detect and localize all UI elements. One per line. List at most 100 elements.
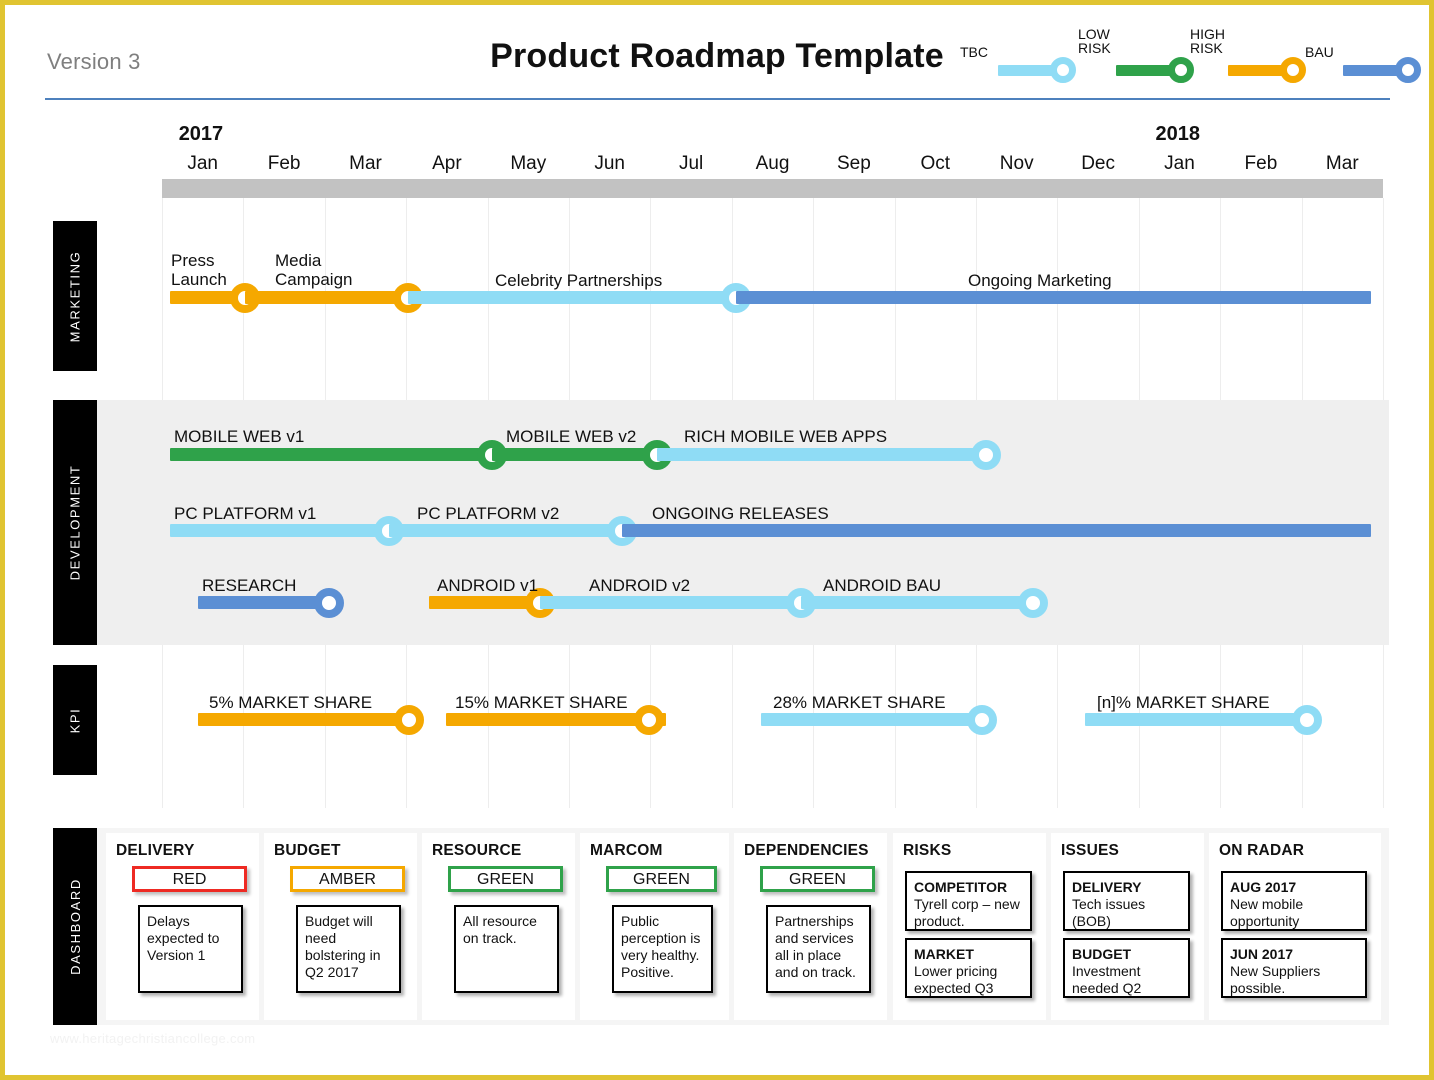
band-label-development: DEVELOPMENT [53, 400, 97, 645]
kpi-segment-label: 15% MARKET SHARE [455, 693, 628, 712]
dashboard-card-issues: ISSUES DELIVERY Tech issues (BOB) BUDGET Inv… [1051, 833, 1204, 1020]
development-milestone-dot[interactable] [971, 440, 1001, 470]
development-segment-label: RICH MOBILE WEB APPS [684, 427, 888, 446]
development-segment-label: PC PLATFORM v1 [174, 504, 317, 523]
legend-dot [1168, 57, 1194, 83]
status-badge[interactable]: GREEN [606, 866, 717, 892]
legend-dot [1050, 57, 1076, 83]
dashboard-card-title: MARCOM [590, 842, 663, 859]
legend-dot [1395, 57, 1421, 83]
kpi-milestone-dot[interactable] [967, 705, 997, 735]
kpi-bar[interactable] [761, 713, 991, 726]
month-label-aug-7: Aug [755, 153, 790, 174]
dashboard-card-note: Budget will need bolstering in Q2 2017 [296, 905, 401, 993]
dashboard-note-item: COMPETITOR Tyrell corp – new product. [905, 871, 1032, 931]
development-segment-label: MOBILE WEB v1 [174, 427, 305, 446]
band-label-text: DASHBOARD [67, 878, 83, 975]
month-label-apr-3: Apr [432, 153, 462, 174]
development-milestone-dot[interactable] [314, 588, 344, 618]
dashboard-note-body: Tech issues (BOB) [1072, 896, 1146, 929]
dashboard-card-resource: RESOURCE GREEN All resource on track. [422, 833, 575, 1020]
dashboard-card-title: RISKS [903, 842, 952, 859]
dashboard-card-note: Delays expected to Version 1 [138, 905, 243, 993]
dashboard-card-note: All resource on track. [454, 905, 559, 993]
kpi-segment-label: 28% MARKET SHARE [773, 693, 946, 712]
development-bar[interactable] [389, 524, 632, 537]
development-segment-label: PC PLATFORM v2 [417, 504, 560, 523]
dashboard-card-title: DEPENDENCIES [744, 842, 869, 859]
dashboard-card-title: ISSUES [1061, 842, 1120, 859]
legend-label: HIGH RISK [1190, 26, 1225, 56]
dashboard-note-heading: AUG 2017 [1230, 879, 1297, 895]
dashboard-note-body: New mobile opportunity [1230, 896, 1304, 929]
month-label-may-4: May [510, 153, 547, 174]
band-label-text: DEVELOPMENT [67, 464, 83, 581]
month-label-feb-13: Feb [1244, 153, 1278, 174]
dashboard-card-dependencies: DEPENDENCIES GREEN Partnerships and servic… [734, 833, 887, 1020]
kpi-bar[interactable] [446, 713, 666, 726]
legend-label: LOW RISK [1078, 26, 1111, 56]
month-label-oct-9: Oct [920, 153, 951, 174]
month-label-feb-1: Feb [267, 153, 301, 174]
dashboard-note-heading: COMPETITOR [914, 879, 1008, 895]
legend-bar [1343, 65, 1403, 76]
legend-label: TBC [960, 44, 988, 60]
status-badge[interactable]: RED [132, 866, 247, 892]
dashboard-card-risks: RISKS COMPETITOR Tyrell corp – new product… [893, 833, 1046, 1020]
dashboard-note-heading: MARKET [914, 946, 974, 962]
kpi-milestone-dot[interactable] [634, 705, 664, 735]
legend-label: BAU [1305, 44, 1334, 60]
band-label-text: KPI [67, 707, 83, 733]
kpi-bar[interactable] [1085, 713, 1315, 726]
band-label-text: MARKETING [67, 250, 83, 342]
development-bar[interactable] [540, 596, 810, 609]
development-bar[interactable] [170, 524, 398, 537]
dashboard-note-body: New Suppliers possible. [1230, 963, 1321, 996]
development-bar[interactable] [657, 448, 997, 461]
development-milestone-dot[interactable] [1018, 588, 1048, 618]
kpi-milestone-dot[interactable] [394, 705, 424, 735]
year-label: 2018 [1155, 123, 1201, 145]
kpi-segment-label: [n]% MARKET SHARE [1097, 693, 1270, 712]
dashboard-card-title: RESOURCE [432, 842, 522, 859]
band-label-dashboard: DASHBOARD [53, 828, 97, 1025]
development-bar[interactable] [492, 448, 667, 461]
status-badge[interactable]: AMBER [290, 866, 405, 892]
kpi-bar[interactable] [198, 713, 418, 726]
dashboard-note-item: JUN 2017 New Suppliers possible. [1221, 938, 1367, 998]
dashboard-note-item: AUG 2017 New mobile opportunity [1221, 871, 1367, 931]
development-segment-label: ANDROID v1 [437, 576, 539, 595]
development-segment-label: ONGOING RELEASES [652, 504, 829, 523]
risk-legend: TBC LOW RISK HIGH RISK BAU [960, 19, 1421, 91]
dashboard-note-body: Tyrell corp – new product. [914, 896, 1020, 929]
header-divider [45, 98, 1390, 100]
legend-bar [1116, 65, 1176, 76]
dashboard-note-item: MARKET Lower pricing expected Q3 [905, 938, 1032, 998]
development-segment-label: MOBILE WEB v2 [506, 427, 637, 446]
dashboard-card-title: DELIVERY [116, 842, 195, 859]
month-label-dec-11: Dec [1081, 153, 1115, 174]
legend-bar [1228, 65, 1288, 76]
status-badge[interactable]: GREEN [760, 866, 875, 892]
kpi-milestone-dot[interactable] [1292, 705, 1322, 735]
status-badge[interactable]: GREEN [448, 866, 563, 892]
development-segment-label: ANDROID v2 [589, 576, 691, 595]
dashboard-note-body: Lower pricing expected Q3 [914, 963, 998, 996]
dashboard-card-budget: BUDGET AMBER Budget will need bolstering i… [264, 833, 417, 1020]
dashboard-note-heading: JUN 2017 [1230, 946, 1294, 962]
watermark: www.heritagechristiancollege.com [50, 1031, 256, 1046]
development-bar[interactable] [801, 596, 1041, 609]
marketing-segment-label: Press Launch [171, 251, 227, 289]
marketing-bar[interactable] [408, 291, 753, 304]
dashboard-note-item: BUDGET Investment needed Q2 [1063, 938, 1190, 998]
development-bar[interactable] [170, 448, 500, 461]
dashboard-card-note: Public perception is very healthy. Posit… [612, 905, 713, 993]
marketing-segment-label: Media Campaign [275, 251, 353, 289]
marketing-bar[interactable] [736, 291, 1371, 304]
year-label: 2017 [178, 123, 224, 145]
month-label-sep-8: Sep [836, 153, 871, 174]
month-label-nov-10: Nov [999, 153, 1034, 174]
dashboard-note-item: DELIVERY Tech issues (BOB) [1063, 871, 1190, 931]
marketing-segment-label: Ongoing Marketing [968, 271, 1112, 290]
development-bar[interactable] [622, 524, 1371, 537]
